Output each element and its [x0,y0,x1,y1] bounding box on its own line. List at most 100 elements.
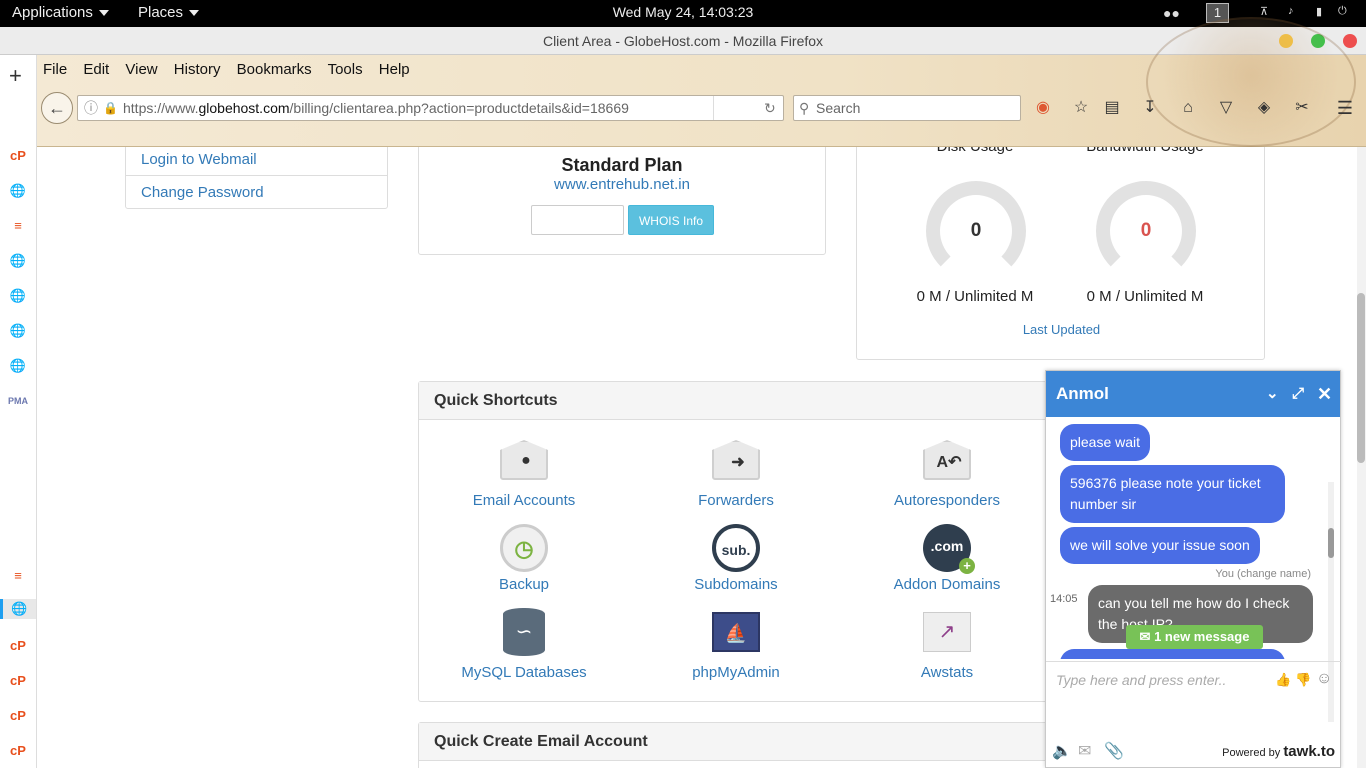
cpanel-tab-icon[interactable]: cP [8,636,28,656]
chevron-down-icon[interactable]: ⌄ [1266,371,1279,417]
pocket-icon[interactable]: ▽ [1216,98,1236,118]
shortcut-mysql-databases[interactable]: ∽ MySQL Databases [434,608,614,681]
sound-icon[interactable]: 🔈 [1052,741,1072,761]
shortcut-backup[interactable]: ◷ Backup [434,524,614,593]
shortcut-phpmyadmin[interactable]: ⛵ phpMyAdmin [646,608,826,681]
shortcut-label: Subdomains [694,576,778,593]
chat-messages[interactable]: please wait 596376 please note your tick… [1046,417,1327,659]
url-path: /billing/clientarea.php?action=productde… [289,100,629,116]
clock[interactable]: Wed May 24, 14:03:23 [0,4,1366,20]
disk-usage-value: 0 [970,220,982,241]
scrollbar-thumb[interactable] [1357,293,1365,463]
login-webmail-link[interactable]: Login to Webmail [126,147,387,176]
addon-domains-icon: .com + [923,524,975,574]
attachment-icon[interactable]: 📎 [1104,741,1124,761]
shortcut-email-accounts[interactable]: ● Email Accounts [434,440,614,509]
globe-tab-icon[interactable]: 🌐 [8,181,28,201]
volume-icon[interactable]: ♪ [1288,5,1294,17]
disk-usage-detail: 0 M / Unlimited M [916,288,1034,305]
usage-panel: Disk Usage Bandwidth Usage 0 0 0 M / Unl… [856,147,1265,360]
wifi-icon[interactable]: ⊼ [1260,5,1268,18]
popout-icon[interactable]: ⤢ [1292,371,1304,417]
menu-help[interactable]: Help [379,61,410,78]
emoji-icon[interactable]: ☺ [1316,670,1332,688]
menu-tools[interactable]: Tools [328,61,363,78]
new-message-badge[interactable]: ✉ 1 new message [1126,625,1263,649]
stack-tab-icon[interactable]: ≡ [8,566,28,586]
window-title: Client Area - GlobeHost.com - Mozilla Fi… [542,33,824,49]
search-input[interactable]: ⚲ Search [793,95,1021,121]
reload-icon[interactable]: ↻ [764,96,776,120]
bookmark-star-icon[interactable]: ☆ [1071,98,1091,118]
change-password-link[interactable]: Change Password [126,176,387,209]
menu-view[interactable]: View [125,61,157,78]
menu-bookmarks[interactable]: Bookmarks [237,61,312,78]
people-icon[interactable]: ●● [1163,5,1180,21]
url-bar[interactable]: ⓘ 🔒 https://www.globehost.com/billing/cl… [77,95,784,121]
hamburger-menu-icon[interactable]: ☰ [1335,98,1355,118]
stack-tab-icon[interactable]: ≡ [8,216,28,236]
chat-header[interactable]: Anmol ⌄ ⤢ ✕ [1046,371,1340,417]
chat-bubble-icon: ✉ [1139,629,1155,644]
menu-history[interactable]: History [174,61,221,78]
agent-message-partial [1060,649,1285,659]
shortcut-awstats[interactable]: ↗ Awstats [857,608,1037,681]
plan-name: Standard Plan [561,155,683,175]
menu-file[interactable]: File [43,61,67,78]
home-icon[interactable]: ⌂ [1178,98,1198,118]
downloads-icon[interactable]: ↧ [1140,98,1160,118]
mysql-icon: ∽ [503,608,545,656]
cpanel-tab-icon[interactable]: cP [8,706,28,726]
power-icon[interactable]: ⏻ [1338,5,1347,18]
cpanel-tab-icon[interactable]: cP [8,146,28,166]
tab-sidebar: + cP 🌐 ≡ 🌐 🌐 🌐 🌐 PMA ≡ 🌐 cP cP cP cP [0,55,37,768]
back-button[interactable]: ← [41,92,73,124]
cpanel-tab-icon[interactable]: cP [8,671,28,691]
duckduckgo-icon[interactable]: ◉ [1033,98,1053,118]
extension-icon[interactable]: ◈ [1254,98,1274,118]
agent-message: please wait [1060,424,1151,461]
shortcut-addon-domains[interactable]: .com + Addon Domains [857,524,1037,593]
new-tab-icon[interactable]: + [9,63,22,89]
shortcut-forwarders[interactable]: ➜ Forwarders [646,440,826,509]
agent-message: we will solve your issue soon [1060,527,1260,564]
lock-icon[interactable]: 🔒 [103,96,118,120]
url-prefix: https://www. [123,100,199,116]
forwarders-icon: ➜ [712,440,760,480]
shortcut-subdomains[interactable]: sub. Subdomains [646,524,826,593]
whois-info-button[interactable]: WHOIS Info [628,205,714,235]
active-globe-tab-icon[interactable]: 🌐 [0,599,36,619]
globe-tab-icon[interactable]: 🌐 [8,321,28,341]
last-updated-link[interactable]: Last Updated [857,322,1266,337]
globe-tab-icon[interactable]: 🌐 [8,286,28,306]
thumbs-up-icon[interactable]: 👍 [1275,672,1291,688]
shortcut-autoresponders[interactable]: A↶ Autoresponders [857,440,1037,509]
bandwidth-usage-gauge: 0 [1096,181,1196,281]
chat-input[interactable]: Type here and press enter.. [1056,672,1226,688]
reading-list-icon[interactable]: ▤ [1102,98,1122,118]
tawk-brand[interactable]: tawk.to [1283,743,1335,760]
page-scrollbar[interactable] [1357,147,1366,768]
plan-domain-link[interactable]: www.entrehub.net.in [419,176,825,193]
whois-input[interactable] [531,205,624,235]
email-accounts-icon: ● [500,440,548,480]
pma-tab-icon[interactable]: PMA [8,391,28,411]
shortcut-label: Forwarders [698,492,774,509]
you-change-name-link[interactable]: You (change name) [1215,568,1311,580]
battery-icon[interactable]: ▮ [1316,5,1322,18]
shortcut-label: Addon Domains [893,576,1001,593]
globe-tab-icon[interactable]: 🌐 [8,251,28,271]
plus-icon: + [959,558,975,574]
screenshot-icon[interactable]: ✂ [1292,98,1312,118]
disk-usage-gauge: 0 [926,181,1026,281]
cpanel-tab-icon[interactable]: cP [8,741,28,761]
agent-message: 596376 please note your ticket number si… [1060,465,1285,523]
close-window-button[interactable] [1343,34,1357,48]
close-icon[interactable]: ✕ [1317,371,1332,417]
menu-edit[interactable]: Edit [83,61,109,78]
email-transcript-icon[interactable]: ✉ [1078,741,1091,761]
info-icon[interactable]: ⓘ [84,96,98,120]
thumbs-down-icon[interactable]: 👎 [1295,672,1311,688]
globe-tab-icon[interactable]: 🌐 [8,356,28,376]
shortcut-label: phpMyAdmin [692,664,780,681]
